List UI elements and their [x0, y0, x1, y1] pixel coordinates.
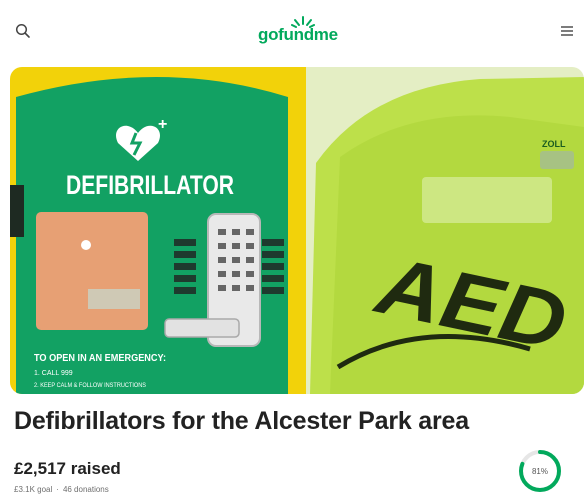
progress-ring: 81% — [518, 449, 562, 493]
sign-title: DEFIBRILLATOR — [66, 170, 234, 200]
campaign-title: Defibrillators for the Alcester Park are… — [14, 407, 469, 435]
campaign-meta: £3.1K goal · 46 donations — [14, 485, 109, 494]
donation-count: 46 donations — [62, 485, 109, 494]
sign-step-1: 1. CALL 999 — [34, 370, 73, 377]
door-handle — [164, 318, 240, 338]
menu-button[interactable] — [554, 18, 580, 44]
search-button[interactable] — [10, 18, 36, 44]
meta-separator: · — [56, 485, 59, 494]
goal-amount: £3.1K goal — [14, 485, 53, 494]
aed-brand: ZOLL — [542, 139, 566, 149]
progress-percent: 81% — [531, 466, 548, 476]
top-nav-bar: gofundme — [0, 0, 584, 62]
sign-instructions-heading: TO OPEN IN AN EMERGENCY: — [34, 353, 166, 364]
svg-text:+: + — [158, 116, 167, 133]
search-icon — [15, 23, 30, 38]
logo-text: gofundme — [258, 25, 338, 44]
instruction-panel — [36, 212, 148, 330]
hamburger-menu-icon — [561, 26, 573, 36]
campaign-hero-image[interactable]: + DEFIBRILLATOR TO OPEN IN AN EMERGENCY:… — [10, 67, 584, 394]
amount-raised: £2,517 raised — [14, 459, 121, 478]
gofundme-logo[interactable]: gofundme — [258, 14, 348, 46]
sign-step-2: 2. KEEP CALM & FOLLOW INSTRUCTIONS — [34, 383, 146, 389]
